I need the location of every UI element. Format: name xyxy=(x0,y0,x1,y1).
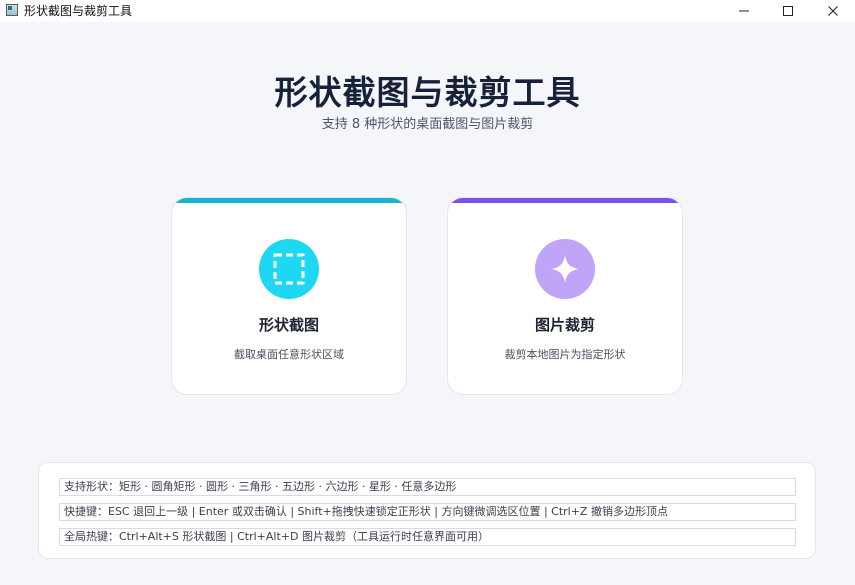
maximize-button[interactable] xyxy=(768,0,808,22)
supported-shapes-text: 支持形状：矩形 · 圆角矩形 · 圆形 · 三角形 · 五边形 · 六边形 · … xyxy=(59,478,796,496)
global-hotkeys-text: 全局热键：Ctrl+Alt+S 形状截图 | Ctrl+Alt+D 图片裁剪（工… xyxy=(59,528,796,546)
maximize-icon xyxy=(783,6,793,16)
info-panel: 支持形状：矩形 · 圆角矩形 · 圆形 · 三角形 · 五边形 · 六边形 · … xyxy=(38,462,816,559)
close-icon xyxy=(828,6,838,16)
app-window: 形状截图与裁剪工具 形状截图与裁剪工具 支持 8 种形状的桌面截图与图片裁剪 形… xyxy=(0,0,855,585)
title-bar[interactable]: 形状截图与裁剪工具 xyxy=(0,0,855,22)
page-title: 形状截图与裁剪工具 xyxy=(274,73,581,112)
shortcuts-text: 快捷键：ESC 退回上一级 | Enter 或双击确认 | Shift+拖拽快速… xyxy=(59,503,796,521)
card-title: 图片裁剪 xyxy=(534,316,595,334)
card-icon-circle xyxy=(535,239,595,299)
card-description: 裁剪本地图片为指定形状 xyxy=(504,348,626,361)
sparkle-star-icon xyxy=(551,255,579,283)
page-subtitle: 支持 8 种形状的桌面截图与图片裁剪 xyxy=(321,117,534,132)
card-accent-bar xyxy=(448,198,682,203)
minimize-button[interactable] xyxy=(724,0,764,22)
minimize-icon xyxy=(739,10,749,12)
card-accent-bar xyxy=(172,198,406,203)
card-title: 形状截图 xyxy=(258,316,319,334)
dashed-selection-icon xyxy=(273,253,305,285)
card-icon-circle xyxy=(259,239,319,299)
app-icon xyxy=(6,4,18,16)
card-description: 截取桌面任意形状区域 xyxy=(234,348,344,361)
shape-screenshot-card[interactable]: 形状截图 截取桌面任意形状区域 xyxy=(171,197,407,395)
window-title: 形状截图与裁剪工具 xyxy=(24,4,133,18)
close-button[interactable] xyxy=(813,0,853,22)
image-crop-card[interactable]: 图片裁剪 裁剪本地图片为指定形状 xyxy=(447,197,683,395)
